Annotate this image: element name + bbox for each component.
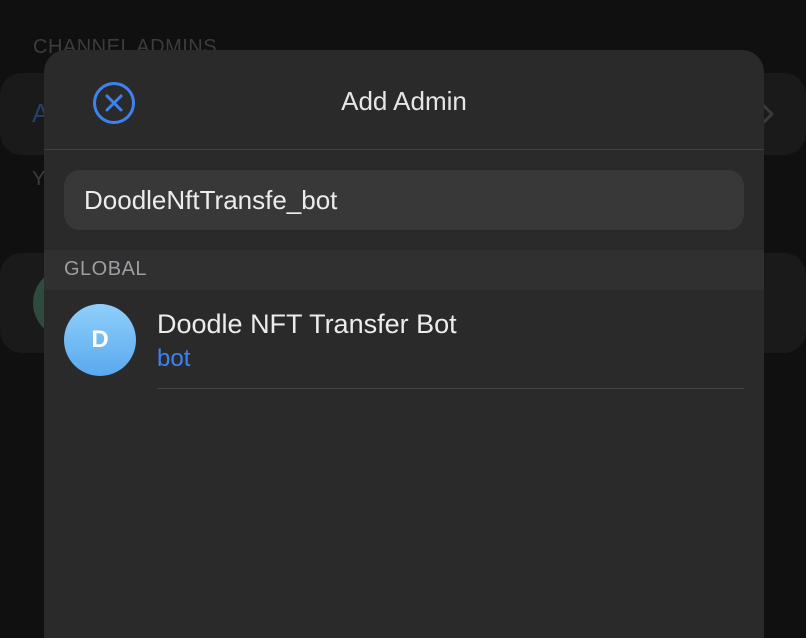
search-input[interactable] (64, 170, 744, 230)
section-label-global: GLOBAL (64, 258, 148, 280)
screen: CHANNEL ADMINS A Y Add Admin GLOBAL (0, 0, 806, 638)
search-result-row[interactable]: D Doodle NFT Transfer Bot bot (44, 290, 764, 390)
section-header: GLOBAL (44, 250, 764, 290)
result-subtitle: bot (157, 345, 191, 372)
avatar: D (64, 304, 136, 376)
modal-title: Add Admin (341, 86, 467, 116)
result-name: Doodle NFT Transfer Bot (157, 309, 457, 339)
row-divider (157, 388, 744, 389)
search-field (64, 170, 744, 230)
avatar-initial: D (91, 326, 109, 353)
modal-header: Add Admin (44, 50, 764, 150)
add-admin-modal: Add Admin GLOBAL D Doodle NFT Transfer B… (44, 50, 764, 638)
